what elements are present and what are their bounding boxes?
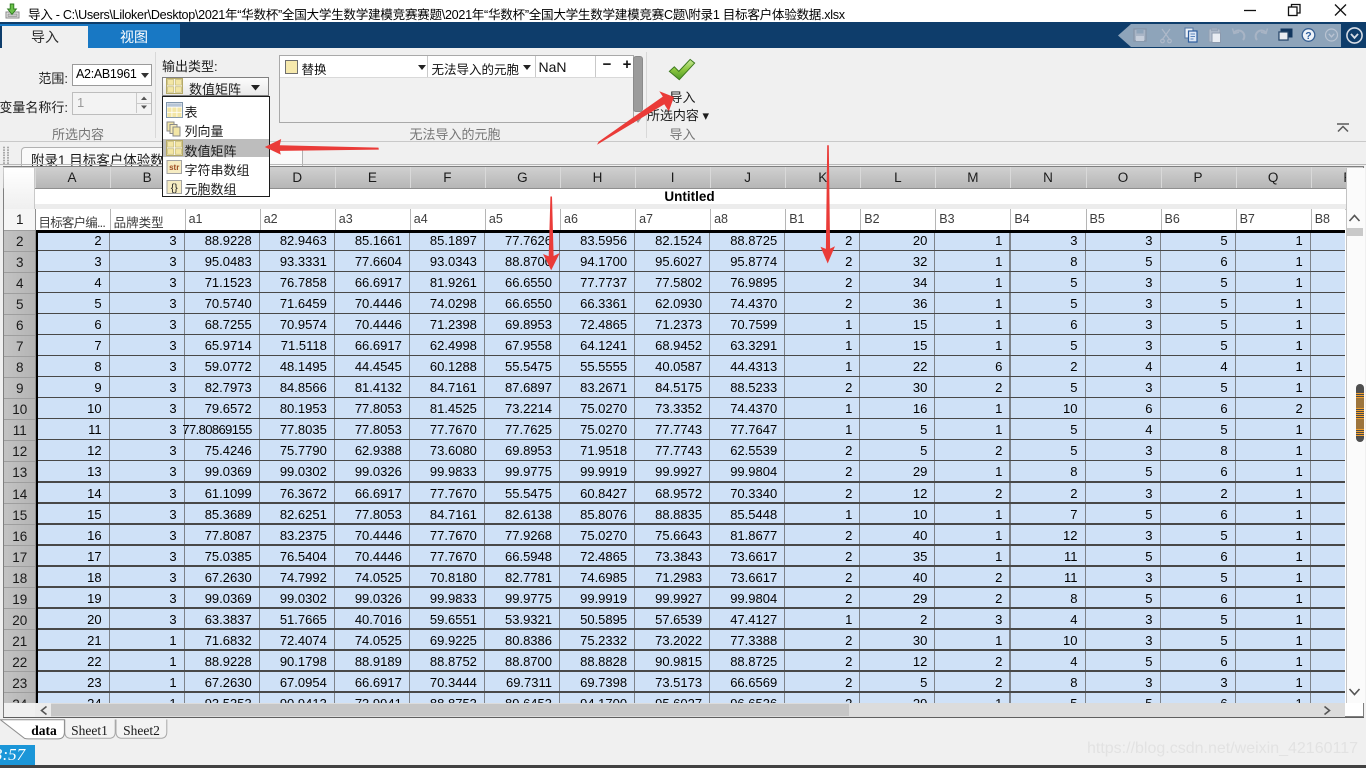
svg-text:data: data bbox=[31, 723, 57, 738]
svg-text:Sheet1: Sheet1 bbox=[71, 723, 108, 738]
svg-text:str: str bbox=[169, 163, 179, 172]
svg-text:?: ? bbox=[1305, 30, 1311, 42]
svg-text:{}: {} bbox=[171, 182, 179, 194]
svg-text:Sheet2: Sheet2 bbox=[123, 723, 160, 738]
